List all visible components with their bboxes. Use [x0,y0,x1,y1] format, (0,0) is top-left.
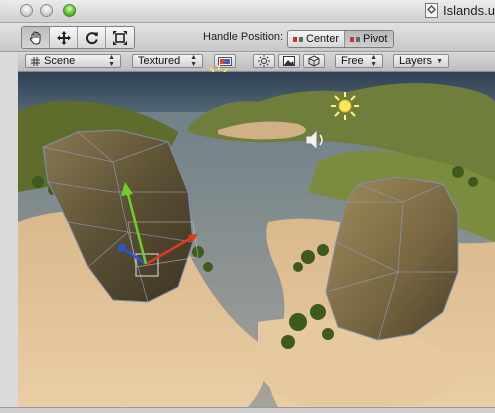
render-mode-dropdown[interactable]: Textured ▲ ▼ [132,54,203,68]
view-mode-value: Scene [44,55,76,67]
camera-mode-value: Free [341,55,364,67]
scene-gizmo-toggle[interactable] [303,54,325,68]
down-arrow-icon: ▼ [436,57,443,65]
scene-image-toggle[interactable] [278,54,300,68]
pivot-label: Pivot [363,33,388,45]
main-toolbar: Handle Position: Center Pivot [0,23,495,52]
close-button[interactable] [20,4,33,17]
rotate-icon [85,31,98,44]
cube-icon [308,55,320,67]
left-panel-edge [0,52,18,413]
window-title: Islands.u [442,3,495,18]
scene-render [18,72,495,407]
unity-document-icon [424,3,438,18]
grid-icon [31,56,40,66]
scene-lighting-toggle[interactable] [253,54,275,68]
layers-dropdown[interactable]: Layers ▼ [393,54,449,68]
handle-position-toggle: Center Pivot [287,30,394,48]
scene-viewport[interactable] [18,72,495,407]
window-title-group: Islands.u [424,3,495,18]
pivot-button[interactable]: Pivot [345,31,393,47]
render-mode-value: Textured [138,55,181,67]
updown-arrow-icon: ▲ ▼ [190,54,197,68]
center-label: Center [306,33,340,45]
minimize-button[interactable] [40,4,53,17]
updown-arrow-icon: ▲ ▼ [108,54,115,68]
rotate-tool-button[interactable] [78,27,106,48]
pivot-handle-icon [350,36,361,42]
center-handle-icon [293,36,303,42]
center-button[interactable]: Center [288,31,346,47]
move-tool-button[interactable] [50,27,78,48]
scene-window: Islands.u Handle Position: Center Pivot … [0,0,495,413]
scene-view-bar: Scene ▲ ▼ Textured ▲ ▼ Free ▲ ▼ Layers ▼ [18,53,495,72]
camera-mode-dropdown[interactable]: Free ▲ ▼ [335,54,383,68]
handle-position-label: Handle Position: [203,31,284,43]
move-arrows-icon [56,30,71,45]
z-axis-cap[interactable] [118,244,126,252]
scale-tool-button[interactable] [106,27,134,48]
layers-label: Layers [399,55,433,67]
image-icon [283,56,295,66]
transform-tools [21,26,135,49]
zoom-button[interactable] [63,4,76,17]
hand-tool-button[interactable] [22,27,50,48]
right-rock-object[interactable] [325,176,459,341]
scale-icon [113,30,127,45]
title-bar: Islands.u [0,0,495,23]
updown-arrow-icon: ▲ ▼ [370,54,377,68]
sun-light-icon[interactable] [331,92,359,120]
view-mode-dropdown[interactable]: Scene ▲ ▼ [25,54,121,68]
lighting-icon [258,55,270,67]
hand-icon [29,30,40,45]
bottom-edge [0,407,495,413]
